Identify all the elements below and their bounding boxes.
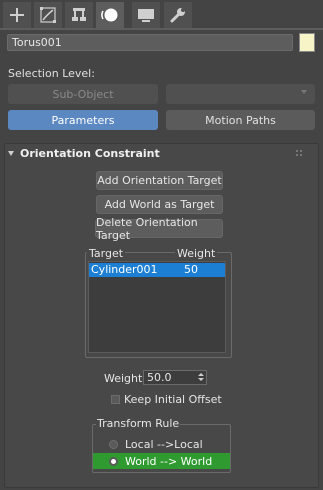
- modify-tab[interactable]: [34, 2, 62, 28]
- sub-object-dropdown[interactable]: [166, 84, 315, 104]
- sub-object-button[interactable]: Sub-Object: [8, 84, 158, 104]
- keep-initial-offset-label: Keep Initial Offset: [124, 393, 222, 406]
- list-item[interactable]: Cylinder001 50: [89, 263, 225, 277]
- radio-off-icon: [109, 439, 118, 449]
- motion-tab[interactable]: [96, 2, 124, 28]
- add-world-as-target-button[interactable]: Add World as Target: [96, 195, 223, 214]
- motion-icon: [101, 8, 118, 22]
- delete-orientation-target-button[interactable]: Delete Orientation Target: [95, 216, 223, 242]
- motion-paths-button[interactable]: Motion Paths: [166, 110, 315, 130]
- hierarchy-icon: [72, 8, 86, 21]
- curve-edit-icon: [40, 7, 56, 23]
- target-column-header: Target: [87, 247, 126, 260]
- wrench-icon: [170, 8, 185, 23]
- keep-initial-offset-checkbox[interactable]: [111, 395, 120, 404]
- display-icon: [138, 9, 154, 22]
- plus-icon: [10, 8, 24, 22]
- create-tab[interactable]: [3, 2, 31, 28]
- spinner-arrows-icon[interactable]: [198, 373, 204, 383]
- selection-level-label: Selection Level:: [8, 67, 95, 80]
- radio-world-world-label: World --> World: [125, 454, 213, 468]
- rollout-header[interactable]: Orientation Constraint: [8, 147, 160, 160]
- weight-spinner[interactable]: 50.0: [143, 370, 207, 385]
- add-orientation-target-button[interactable]: Add Orientation Target: [96, 171, 223, 190]
- collapse-triangle-icon: [8, 151, 14, 156]
- rollout-title: Orientation Constraint: [20, 147, 160, 160]
- radio-on-icon: [109, 456, 118, 466]
- list-item-weight: 50: [184, 263, 198, 276]
- display-tab[interactable]: [132, 2, 160, 28]
- weight-label: Weight: [104, 372, 143, 385]
- radio-local-local-label: Local -->Local: [125, 437, 203, 451]
- tab-strip-divider: [0, 28, 323, 30]
- radio-local-local[interactable]: Local -->Local: [93, 436, 230, 452]
- parameters-button[interactable]: Parameters: [8, 110, 158, 130]
- command-panel-tabs: [0, 0, 323, 29]
- list-item-target: Cylinder001: [91, 263, 158, 276]
- transform-rule-title: Transform Rule: [96, 417, 181, 430]
- object-color-swatch[interactable]: [299, 33, 315, 52]
- weight-column-header: Weight: [175, 247, 218, 260]
- chevron-down-icon: [301, 90, 307, 94]
- utilities-tab[interactable]: [164, 2, 192, 28]
- radio-world-world[interactable]: World --> World: [93, 453, 230, 469]
- weight-value: 50.0: [147, 371, 172, 384]
- object-name-field[interactable]: Torus001: [7, 34, 293, 51]
- hierarchy-tab[interactable]: [65, 2, 93, 28]
- rollout-grip-icon[interactable]: [296, 150, 302, 156]
